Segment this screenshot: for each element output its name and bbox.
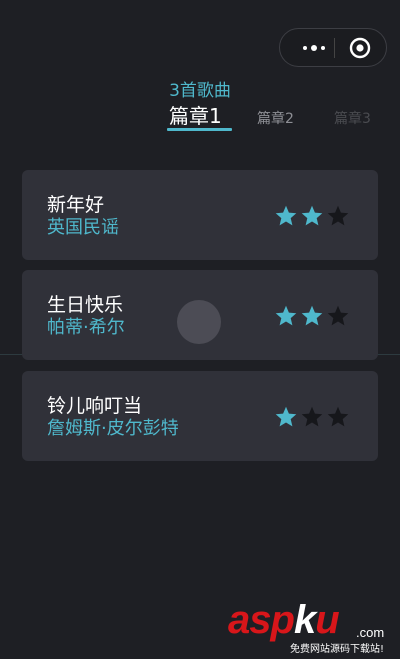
song-artist: 帕蒂·希尔 — [47, 317, 125, 338]
star-empty-icon — [301, 406, 323, 427]
tab-chapter-2[interactable]: 篇章2 — [257, 108, 294, 128]
star-rating — [274, 405, 352, 431]
star-empty-icon — [327, 205, 349, 226]
watermark-domain: .com — [356, 625, 385, 640]
tab-chapter-3[interactable]: 篇章3 — [334, 108, 371, 128]
star-filled-icon — [301, 205, 323, 226]
target-circle-icon[interactable] — [348, 36, 372, 60]
star-rating — [274, 204, 352, 230]
star-filled-icon — [275, 406, 297, 427]
song-count: 3首歌曲 — [169, 81, 231, 101]
song-card[interactable]: 铃儿响叮当 詹姆斯·皮尔彭特 — [22, 371, 378, 461]
capsule-divider — [334, 38, 335, 58]
more-dots-icon[interactable] — [296, 29, 332, 66]
star-filled-icon — [301, 305, 323, 326]
mini-program-capsule — [279, 28, 387, 67]
star-rating — [274, 304, 352, 330]
song-artist: 英国民谣 — [47, 217, 119, 238]
watermark-logo: aspku .com 免费网站源码下载站! — [228, 598, 400, 659]
star-filled-icon — [275, 205, 297, 226]
star-empty-icon — [327, 406, 349, 427]
song-artist: 詹姆斯·皮尔彭特 — [47, 418, 179, 439]
watermark-text: aspku — [228, 598, 340, 642]
song-card[interactable]: 新年好 英国民谣 — [22, 170, 378, 260]
star-filled-icon — [275, 305, 297, 326]
tab-chapter-1[interactable]: 篇章1 — [169, 100, 222, 129]
active-tab-indicator — [167, 128, 232, 131]
touch-indicator — [177, 300, 221, 344]
watermark-subtitle: 免费网站源码下载站! — [290, 640, 385, 655]
star-empty-icon — [327, 305, 349, 326]
